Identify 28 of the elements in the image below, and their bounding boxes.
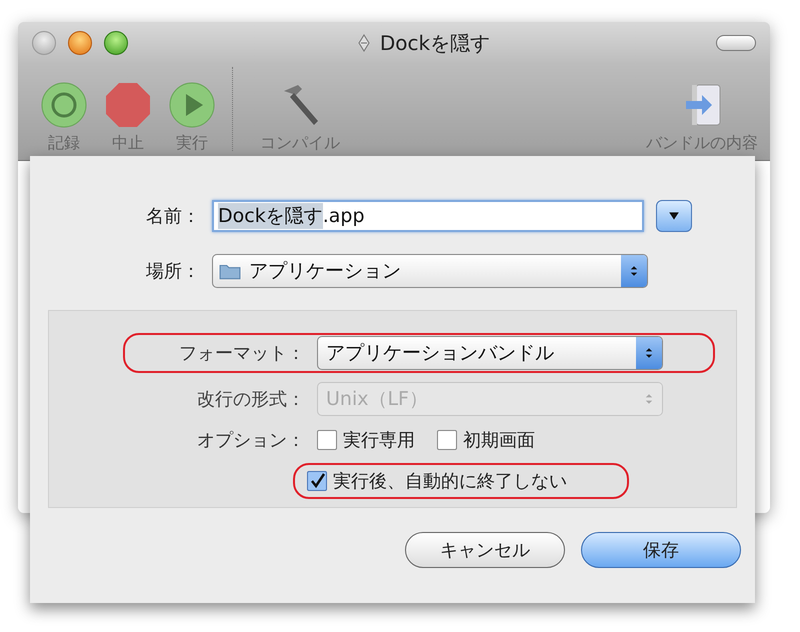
- field-label: オプション：: [196, 429, 305, 452]
- minimize-button[interactable]: [68, 31, 92, 55]
- checkbox[interactable]: 実行後、自動的に終了しない: [307, 469, 567, 493]
- checkmark-icon: [309, 473, 325, 489]
- updown-icon: [645, 346, 653, 360]
- toolbar-toggle-button[interactable]: [716, 35, 756, 51]
- field-label: 場所：: [145, 260, 200, 283]
- updown-icon: [645, 392, 653, 406]
- play-icon: [168, 81, 216, 129]
- cancel-button[interactable]: キャンセル: [405, 532, 565, 568]
- checkbox[interactable]: 初期画面: [437, 428, 535, 452]
- name-field[interactable]: Dockを隠す.app: [212, 200, 644, 232]
- location-popup[interactable]: アプリケーション: [212, 254, 648, 288]
- updown-icon: [630, 264, 638, 278]
- popup-menu[interactable]: アプリケーションバンドル: [317, 336, 663, 370]
- field-label: 改行の形式：: [196, 388, 305, 411]
- checkbox[interactable]: 実行専用: [317, 428, 415, 452]
- zoom-button[interactable]: [104, 31, 128, 55]
- save-button[interactable]: 保存: [581, 532, 741, 568]
- folder-icon: [219, 262, 241, 280]
- caret-icon: [668, 210, 680, 222]
- record-icon: [40, 81, 88, 129]
- stop-icon: [104, 81, 152, 129]
- field-label: 名前：: [145, 205, 200, 228]
- expand-button[interactable]: [656, 200, 692, 232]
- close-button[interactable]: [32, 31, 56, 55]
- field-label: フォーマット：: [178, 342, 305, 365]
- window-title: Dockを隠す: [380, 30, 490, 56]
